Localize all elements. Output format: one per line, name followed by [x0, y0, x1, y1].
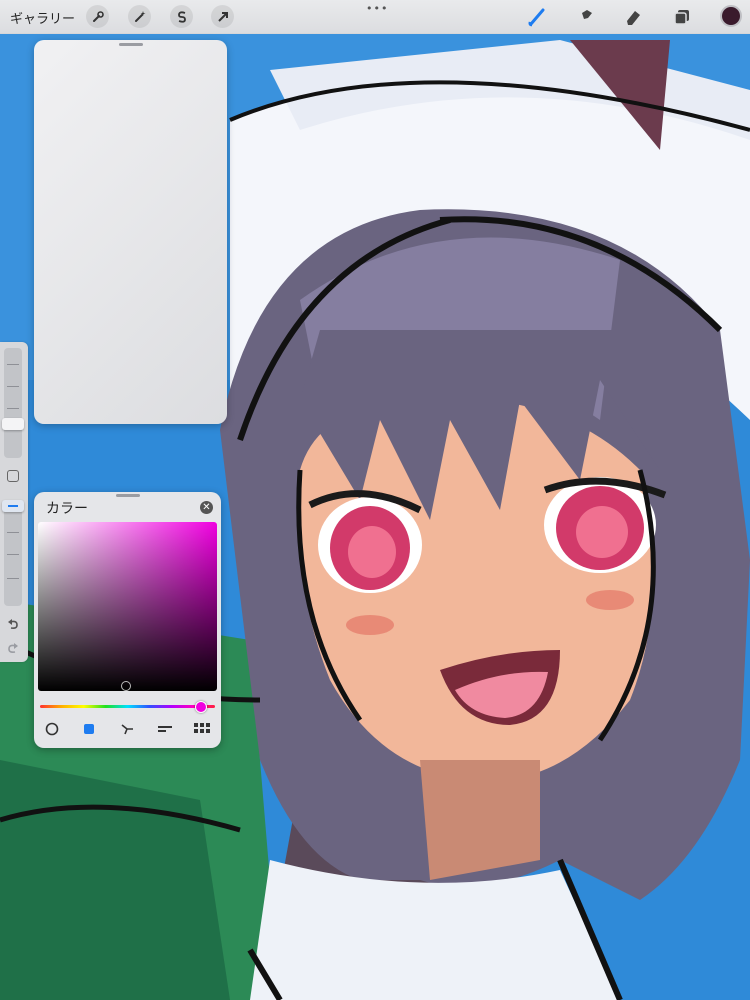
current-color-swatch[interactable]: [720, 5, 742, 27]
slider-tick: [7, 364, 19, 365]
more-handle[interactable]: •••: [366, 2, 388, 15]
gallery-button[interactable]: ギャラリー: [10, 8, 75, 27]
value-mode-tab[interactable]: [155, 721, 175, 737]
magic-wand-icon[interactable]: [128, 5, 151, 28]
disc-mode-tab[interactable]: [42, 721, 62, 737]
opacity-indicator: [8, 505, 18, 507]
brush-size-handle[interactable]: [2, 418, 24, 430]
color-panel-title: カラー: [46, 501, 88, 517]
slider-tick: [7, 408, 19, 409]
slider-tick: [7, 386, 19, 387]
panel-grab-handle[interactable]: [118, 43, 143, 46]
brush-library-panel[interactable]: [34, 40, 227, 424]
redo-icon[interactable]: [6, 640, 20, 659]
transform-arrow-icon[interactable]: [211, 5, 234, 28]
eraser-icon[interactable]: [621, 5, 645, 29]
undo-icon[interactable]: [6, 616, 20, 635]
left-sidebar: [0, 342, 28, 662]
slider-tick: [7, 578, 19, 579]
wrench-icon[interactable]: [86, 5, 109, 28]
harmony-mode-tab[interactable]: [117, 721, 137, 737]
panel-grab-handle[interactable]: [115, 494, 140, 497]
top-toolbar: ギャラリー •••: [0, 0, 750, 34]
color-picker-cursor[interactable]: [121, 681, 131, 691]
slider-tick: [7, 554, 19, 555]
classic-mode-tab[interactable]: [79, 721, 99, 737]
slider-tick: [7, 532, 19, 533]
close-icon[interactable]: ✕: [200, 501, 213, 514]
opacity-slider[interactable]: [4, 500, 22, 606]
brush-icon[interactable]: [525, 5, 549, 29]
palettes-mode-tab[interactable]: [192, 721, 212, 737]
modify-button[interactable]: [7, 470, 19, 482]
saturation-value-picker[interactable]: [38, 522, 217, 691]
hue-slider-knob[interactable]: [195, 701, 207, 713]
hue-slider[interactable]: [40, 705, 215, 708]
selection-s-icon[interactable]: [170, 5, 193, 28]
color-panel[interactable]: カラー ✕: [34, 492, 221, 748]
layers-icon[interactable]: [670, 5, 694, 29]
smudge-icon[interactable]: [573, 5, 597, 29]
